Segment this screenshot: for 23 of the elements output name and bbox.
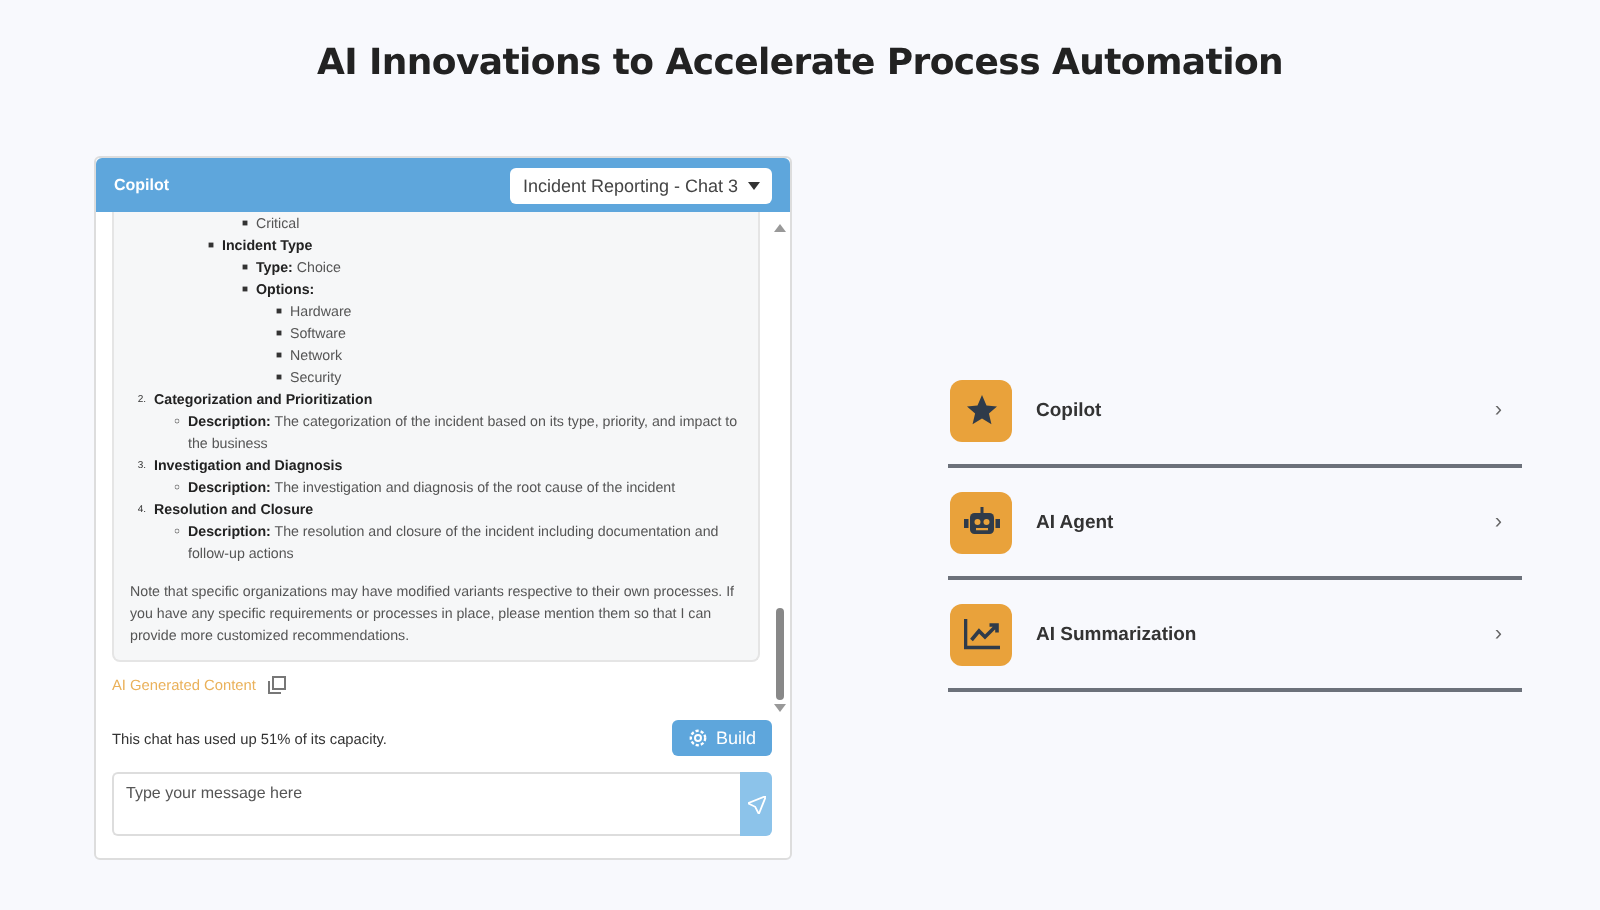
page-title: AI Innovations to Accelerate Process Automation <box>314 40 1286 84</box>
scroll-up-icon[interactable] <box>774 224 786 232</box>
feature-label: AI Summarization <box>1036 623 1199 645</box>
send-icon <box>747 795 765 813</box>
feature-item[interactable]: Copilot › <box>948 356 1522 468</box>
feature-label: AI Agent <box>1036 511 1116 533</box>
chevron: › <box>1494 398 1502 422</box>
copy-icon[interactable] <box>267 676 286 694</box>
star-icon <box>963 392 999 428</box>
caret-icon <box>748 181 760 189</box>
scroll-down-icon[interactable] <box>774 704 786 712</box>
conversation-dropdown[interactable]: Incident Reporting - Chat 3 <box>510 167 772 203</box>
robot-icon <box>963 506 999 538</box>
chevron: › <box>1494 622 1502 646</box>
feature-item[interactable]: AI Agent › <box>948 468 1522 580</box>
chart-icon <box>963 618 999 650</box>
gear-icon <box>687 728 708 748</box>
feature-label: Copilot <box>1036 399 1104 421</box>
chevron: › <box>1494 510 1502 534</box>
chat-title: Copilot <box>114 176 170 194</box>
send-button[interactable] <box>740 772 772 836</box>
message-input[interactable]: Type your message here <box>112 772 740 836</box>
feature-item[interactable]: AI Summarization › <box>948 580 1522 692</box>
